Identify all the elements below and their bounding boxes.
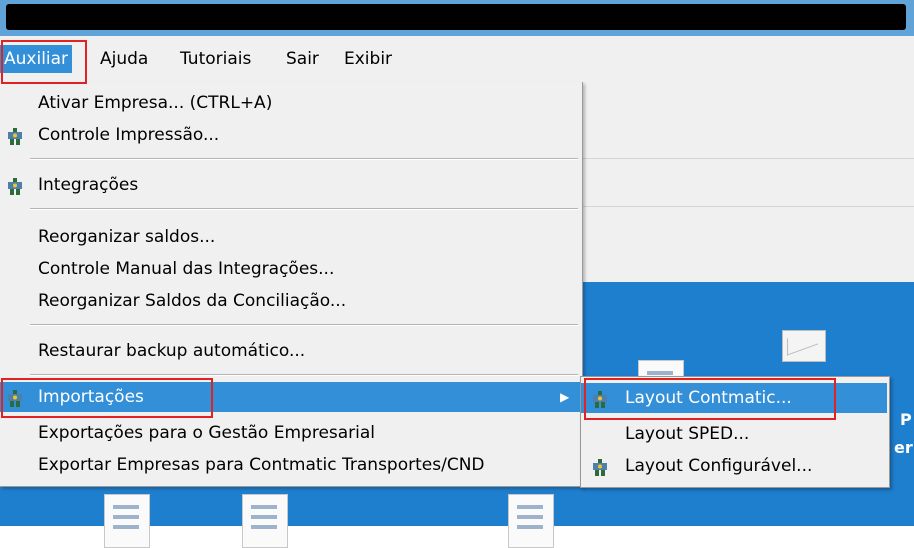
menu-item-integracoes[interactable]: Integrações [0, 170, 580, 200]
document-icon[interactable] [508, 494, 554, 548]
contmatic-icon [591, 457, 609, 476]
menu-separator [30, 374, 578, 376]
menu-item-ativar-empresa[interactable]: Ativar Empresa... (CTRL+A) [0, 88, 580, 118]
submenu-item-layout-configuravel[interactable]: Layout Configurável... [581, 451, 887, 481]
menu-item-exportar-empresas[interactable]: Exportar Empresas para Contmatic Transpo… [0, 450, 580, 480]
menu-separator [30, 208, 578, 210]
menu-item-controle-impressao[interactable]: Controle Impressão... [0, 120, 580, 150]
submenu-item-layout-sped[interactable]: Layout SPED... [581, 419, 887, 449]
redacted-title [6, 4, 906, 30]
menu-item-label: Restaurar backup automático... [38, 341, 306, 361]
menu-item-controle-manual-integracoes[interactable]: Controle Manual das Integrações... [0, 254, 580, 284]
menu-item-reorganizar-saldos[interactable]: Reorganizar saldos... [0, 222, 580, 252]
menu-separator [30, 324, 578, 326]
window-titlebar [0, 0, 914, 36]
desktop-icon-label: er [894, 438, 913, 457]
menu-item-label: Exportações para o Gestão Empresarial [38, 423, 376, 443]
menu-item-label: Exportar Empresas para Contmatic Transpo… [38, 455, 485, 475]
menu-item-label: Ativar Empresa... (CTRL+A) [38, 93, 273, 113]
desktop-icon-label: P [900, 410, 912, 429]
submenu-item-layout-contmatic[interactable]: Layout Contmatic... [581, 383, 887, 413]
contmatic-icon [591, 389, 609, 408]
document-icon[interactable] [242, 494, 288, 548]
mail-icon[interactable] [782, 330, 826, 362]
submenu-arrow-icon: ▶ [560, 390, 570, 404]
menu-item-label: Reorganizar saldos... [38, 227, 216, 247]
menu-separator [30, 158, 578, 160]
document-icon[interactable] [104, 494, 150, 548]
contmatic-icon [6, 388, 24, 407]
submenu-item-label: Layout SPED... [625, 424, 750, 444]
menu-item-importacoes[interactable]: Importações ▶ [0, 382, 580, 412]
background-window [580, 82, 914, 282]
menu-item-exportacoes-gestao[interactable]: Exportações para o Gestão Empresarial [0, 418, 580, 448]
divider [580, 206, 914, 207]
submenu-item-label: Layout Configurável... [625, 456, 813, 476]
auxiliar-dropdown-menu: Ativar Empresa... (CTRL+A) Controle Impr… [0, 82, 583, 487]
menu-item-restaurar-backup[interactable]: Restaurar backup automático... [0, 336, 580, 366]
contmatic-icon [6, 176, 24, 195]
menu-item-label: Integrações [38, 175, 139, 195]
menu-item-label: Controle Impressão... [38, 125, 220, 145]
contmatic-icon [6, 126, 24, 145]
menu-tutoriais[interactable]: Tutoriais [176, 45, 255, 73]
menu-sair[interactable]: Sair [282, 45, 323, 73]
menu-bar: Auxiliar Ajuda Tutoriais Sair Exibir [0, 36, 914, 83]
menu-auxiliar[interactable]: Auxiliar [0, 45, 73, 73]
menu-item-reorganizar-saldos-conciliacao[interactable]: Reorganizar Saldos da Conciliação... [0, 286, 580, 316]
menu-exibir[interactable]: Exibir [340, 45, 396, 73]
menu-item-label: Controle Manual das Integrações... [38, 259, 335, 279]
menu-ajuda[interactable]: Ajuda [96, 45, 152, 73]
menu-item-label: Importações [38, 387, 144, 407]
divider [580, 158, 914, 159]
importacoes-submenu: Layout Contmatic... Layout SPED... Layou… [580, 376, 890, 488]
menu-item-label: Reorganizar Saldos da Conciliação... [38, 291, 347, 311]
submenu-item-label: Layout Contmatic... [625, 388, 792, 408]
